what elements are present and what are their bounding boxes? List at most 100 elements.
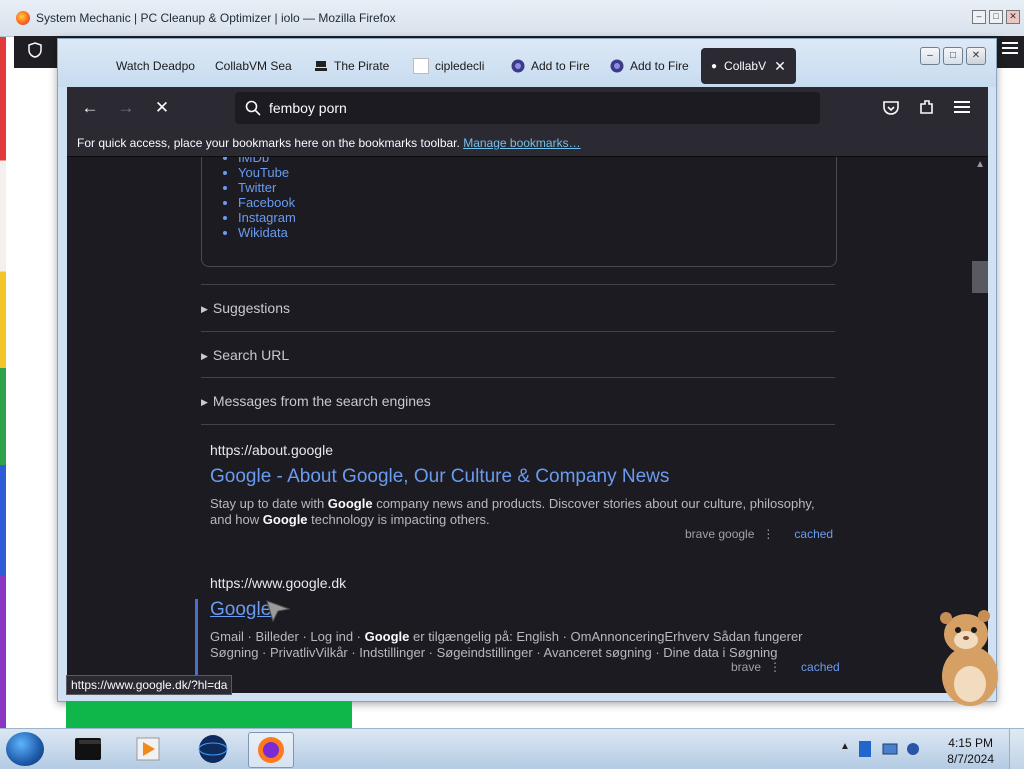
close-button[interactable]: ✕ <box>966 47 986 65</box>
window-controls: – □ ✕ <box>920 47 986 65</box>
tab-label: The Pirate <box>334 59 390 73</box>
kebab-menu-icon[interactable]: ⋮ <box>769 660 781 674</box>
tab-label: Add to Fire <box>630 59 689 73</box>
shield-icon[interactable] <box>28 42 42 58</box>
navigation-toolbar: ← → ✕ femboy porn <box>67 87 988 129</box>
tab-label: cipledecli <box>435 59 485 73</box>
tab-bar: Watch Deadpo CollabVM Sea The Pirate cip… <box>58 39 996 87</box>
cached-link[interactable]: cached <box>801 660 840 674</box>
tab[interactable]: CollabVM Sea <box>215 48 299 84</box>
section-suggestions[interactable]: ▶ Suggestions <box>201 284 835 331</box>
bookmarks-message: For quick access, place your bookmarks h… <box>77 136 460 150</box>
clock[interactable]: 4:15 PM 8/7/2024 <box>947 735 994 767</box>
scroll-up-icon[interactable]: ▲ <box>975 159 985 170</box>
section-search-url[interactable]: ▶ Search URL <box>201 331 835 378</box>
link-status-bar: https://www.google.dk/?hl=da <box>66 675 233 695</box>
section-engine-messages[interactable]: ▶ Messages from the search engines <box>201 377 835 425</box>
network-icon[interactable] <box>882 742 898 756</box>
search-result: https://www.google.dk Google Gmail · Bil… <box>210 575 835 661</box>
volume-icon[interactable] <box>906 740 920 758</box>
media-player-icon[interactable] <box>126 732 170 766</box>
cached-link[interactable]: cached <box>794 527 833 541</box>
globe-app-icon[interactable] <box>191 732 235 766</box>
maximize-button[interactable]: □ <box>943 47 963 65</box>
taskbar-firefox-icon[interactable] <box>248 732 294 768</box>
infobox-link[interactable]: IMDb <box>238 157 296 165</box>
manage-bookmarks-link[interactable]: Manage bookmarks… <box>463 136 580 150</box>
mouse-cursor-icon <box>266 600 291 623</box>
minimize-button[interactable]: – <box>920 47 940 65</box>
addon-icon <box>511 59 525 73</box>
tab[interactable]: Add to Fire <box>610 48 690 84</box>
taskbar: ▲ 4:15 PM 8/7/2024 <box>0 728 1024 769</box>
tab-label: Watch Deadpo <box>116 59 195 73</box>
result-meta: brave google ⋮ cached <box>685 527 833 541</box>
tab-close-icon[interactable]: ✕ <box>774 58 786 75</box>
search-icon <box>245 100 261 116</box>
hamburger-menu-icon[interactable] <box>1002 42 1018 54</box>
result-url: https://about.google <box>210 442 333 458</box>
scroll-thumb[interactable] <box>972 261 988 293</box>
hamster-sticker-icon <box>940 610 998 706</box>
result-description: Stay up to date with Google company news… <box>210 496 815 527</box>
tab[interactable]: cipledecli <box>413 48 495 84</box>
addon-icon <box>610 59 624 73</box>
system-tray: ▲ 4:15 PM 8/7/2024 <box>834 729 1024 769</box>
section-label: Messages from the search engines <box>212 393 431 409</box>
outer-window-title: System Mechanic | PC Cleanup & Optimizer… <box>36 11 396 25</box>
url-bar[interactable]: femboy porn <box>235 92 820 124</box>
maximize-button[interactable]: □ <box>989 10 1003 24</box>
pocket-icon[interactable] <box>882 99 900 117</box>
tab-label: CollabV <box>724 59 767 73</box>
outer-window-titlebar: System Mechanic | PC Cleanup & Optimizer… <box>0 0 1024 37</box>
result-description: Gmail · Billeder · Log ind · Google er t… <box>210 629 803 660</box>
tab[interactable]: The Pirate <box>314 48 394 84</box>
infobox-link[interactable]: Twitter <box>238 180 296 195</box>
kebab-menu-icon[interactable]: ⋮ <box>762 527 774 541</box>
stop-loading-icon[interactable]: ✕ <box>150 96 174 120</box>
result-title-link[interactable]: Google <box>210 599 835 621</box>
tab-label: Add to Fire <box>531 59 590 73</box>
result-engines: brave google <box>685 527 755 541</box>
extensions-icon[interactable] <box>918 98 936 116</box>
url-text[interactable]: femboy porn <box>269 100 347 116</box>
desktop-wallpaper-strip <box>0 36 6 728</box>
close-button[interactable]: ✕ <box>1006 10 1020 24</box>
result-url: https://www.google.dk <box>210 575 347 591</box>
tab[interactable]: Add to Fire <box>511 48 591 84</box>
blank-page-icon <box>413 58 429 74</box>
page-content: IMDb YouTube Twitter Facebook Instagram … <box>67 157 988 693</box>
pirate-ship-icon <box>315 61 327 71</box>
tab[interactable]: Watch Deadpo <box>116 48 200 84</box>
minimize-button[interactable]: – <box>972 10 986 24</box>
tray-app-icon[interactable] <box>858 740 872 758</box>
firefox-icon <box>16 11 30 25</box>
search-result: https://about.google Google - About Goog… <box>210 442 835 528</box>
infobox-link[interactable]: Facebook <box>238 195 296 210</box>
start-button[interactable] <box>6 732 44 766</box>
infobox-link[interactable]: YouTube <box>238 165 296 180</box>
show-desktop-button[interactable] <box>1009 729 1024 769</box>
loading-dot-icon: ● <box>711 60 718 72</box>
clock-time: 4:15 PM <box>948 736 993 750</box>
green-bar <box>66 701 352 728</box>
taskbar-app-icon[interactable] <box>67 732 111 766</box>
outer-window-controls: – □ ✕ <box>972 10 1020 24</box>
hamburger-menu-icon[interactable] <box>954 100 970 114</box>
section-label: Suggestions <box>212 300 290 316</box>
expand-triangle-icon: ▶ <box>201 397 208 407</box>
tab-active[interactable]: ● CollabV ✕ <box>701 48 796 84</box>
infobox-link-list: IMDb YouTube Twitter Facebook Instagram … <box>238 157 296 240</box>
infobox-link[interactable]: Instagram <box>238 210 296 225</box>
result-title-link[interactable]: Google - About Google, Our Culture & Com… <box>210 466 835 488</box>
expand-triangle-icon: ▶ <box>201 304 208 314</box>
infobox-link[interactable]: Wikidata <box>238 225 296 240</box>
forward-arrow-icon[interactable]: → <box>114 96 138 120</box>
expand-triangle-icon: ▶ <box>201 351 208 361</box>
result-meta: brave ⋮ cached <box>731 660 840 674</box>
clock-date: 8/7/2024 <box>947 752 994 766</box>
back-arrow-icon[interactable]: ← <box>78 96 102 120</box>
tray-expand-icon[interactable]: ▲ <box>840 741 850 752</box>
section-label: Search URL <box>212 347 290 363</box>
result-engines: brave <box>731 660 762 674</box>
